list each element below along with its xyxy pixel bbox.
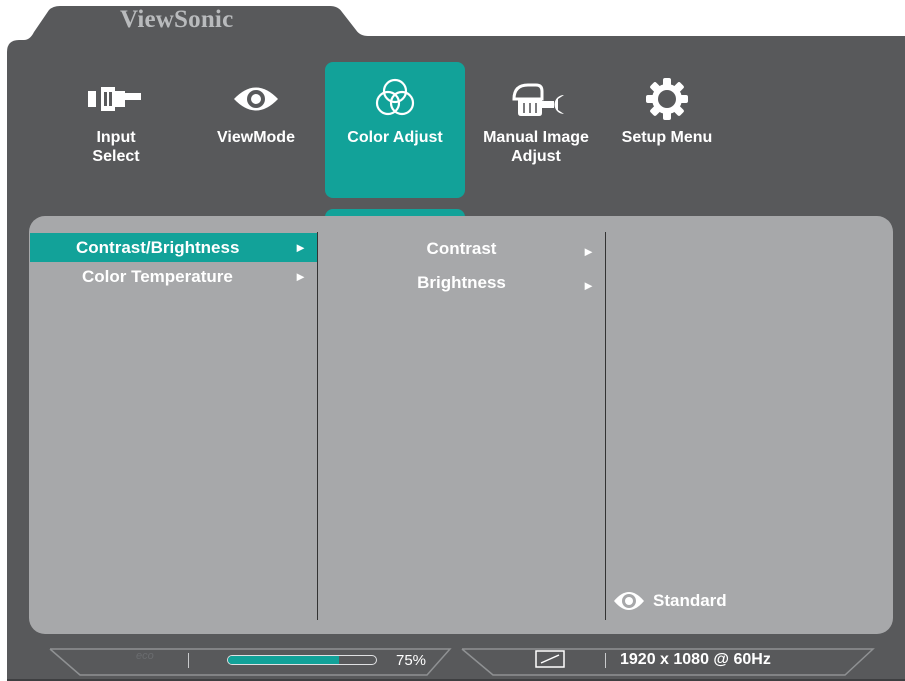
- arrow-right-icon: ►: [294, 240, 307, 255]
- menu-item-contrast[interactable]: Contrast ►: [318, 233, 605, 267]
- tab-manual-image-adjust[interactable]: Manual Image Adjust: [474, 62, 598, 198]
- tab-setup-menu[interactable]: Setup Menu: [608, 62, 726, 198]
- current-viewmode-indicator: Standard: [613, 589, 727, 613]
- eye-icon: [197, 74, 315, 124]
- menu-item-label: Contrast: [426, 239, 497, 258]
- tab-label: Setup Menu: [621, 129, 713, 146]
- tab-label: Input Select: [92, 129, 140, 165]
- resolution-readout: 1920 x 1080 @ 60Hz: [620, 651, 771, 668]
- submenu-level1: Contrast/Brightness ► Color Temperature …: [30, 233, 317, 291]
- brightness-progress-bar: [227, 655, 377, 665]
- eco-mode-indicator: eco: [136, 650, 154, 662]
- menu-item-label: Contrast/Brightness: [76, 238, 240, 257]
- aspect-ratio-icon: [535, 650, 565, 673]
- viewmode-label: Standard: [653, 591, 727, 610]
- tab-color-adjust[interactable]: Color Adjust: [325, 62, 465, 198]
- monitor-osd: ViewSonic Input Select ViewMode Color Ad…: [0, 0, 905, 681]
- status-separator: [605, 653, 606, 668]
- menu-item-contrast-brightness[interactable]: Contrast/Brightness ►: [30, 233, 317, 262]
- eye-icon: [613, 589, 645, 613]
- status-separator: [188, 653, 189, 668]
- menu-item-label: Brightness: [417, 273, 506, 292]
- progress-fill: [228, 656, 339, 664]
- gear-icon: [608, 74, 726, 124]
- menu-item-brightness[interactable]: Brightness ►: [318, 267, 605, 301]
- menu-item-color-temperature[interactable]: Color Temperature ►: [30, 262, 317, 291]
- submenu-level2: Contrast ► Brightness ►: [318, 233, 605, 301]
- brand-logo: ViewSonic: [120, 6, 234, 33]
- hand-wrench-icon: [474, 74, 598, 124]
- tab-label: Manual Image Adjust: [483, 129, 589, 165]
- arrow-right-icon: ►: [294, 269, 307, 284]
- input-select-icon: [57, 74, 175, 124]
- color-circles-icon: [325, 74, 465, 124]
- tab-viewmode[interactable]: ViewMode: [197, 62, 315, 198]
- tab-input-select[interactable]: Input Select: [57, 62, 175, 198]
- column-divider: [605, 232, 606, 620]
- arrow-right-icon: ►: [582, 278, 595, 293]
- menu-item-label: Color Temperature: [82, 267, 233, 286]
- arrow-right-icon: ►: [582, 244, 595, 259]
- progress-percent: 75%: [396, 652, 427, 669]
- tab-label: ViewMode: [217, 129, 295, 146]
- tab-label: Color Adjust: [347, 129, 443, 146]
